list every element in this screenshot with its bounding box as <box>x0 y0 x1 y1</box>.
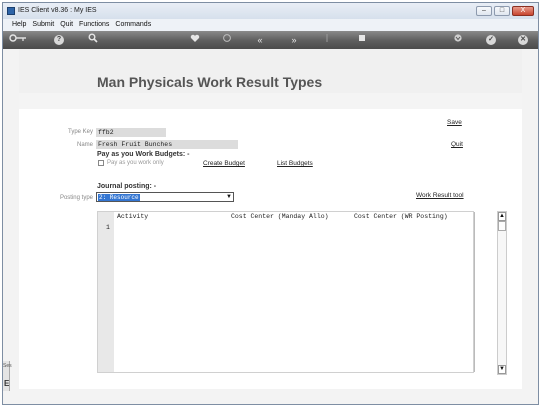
page-title: Man Physicals Work Result Types <box>97 74 323 90</box>
pay-as-you-work-label: Pay as you work only <box>107 160 164 166</box>
grid-divider <box>474 212 475 372</box>
journal-posting-heading: Journal posting: - <box>97 183 157 190</box>
menu-functions[interactable]: Functions <box>76 19 112 31</box>
session-tab-letter: E <box>4 379 10 388</box>
close-window-button[interactable]: X <box>512 6 534 16</box>
session-tab-label: Ses <box>3 363 12 369</box>
quit-link[interactable]: Quit <box>451 141 463 148</box>
posting-type-value: 2: Resource <box>98 194 140 201</box>
pay-budgets-heading: Pay as you Work Budgets: - <box>97 151 190 158</box>
column-header-cost-center-manday[interactable]: Cost Center (Manday Allo) <box>231 213 329 220</box>
name-field[interactable]: Fresh Fruit Bunches <box>96 140 238 149</box>
menu-submit[interactable]: Submit <box>29 19 57 31</box>
toolbar: ? « » ✓ ✕ <box>3 31 538 49</box>
window-title: IES Client v8.36 : My IES <box>18 7 97 14</box>
grid-row-gutter <box>98 212 114 372</box>
menu-commands[interactable]: Commands <box>112 19 154 31</box>
menu-quit[interactable]: Quit <box>57 19 76 31</box>
activity-grid[interactable]: Activity Cost Center (Manday Allo) Cost … <box>97 211 475 373</box>
down-icon[interactable] <box>452 33 464 47</box>
create-budget-link[interactable]: Create Budget <box>203 160 245 167</box>
grid-scrollbar[interactable]: ▲ ▼ <box>497 211 507 375</box>
column-header-cost-center-wr[interactable]: Cost Center (WR Posting) <box>354 213 448 220</box>
stop-icon[interactable] <box>357 33 367 47</box>
heart-icon[interactable] <box>189 33 201 47</box>
menu-help[interactable]: Help <box>9 19 29 31</box>
minimize-button[interactable]: – <box>476 6 492 16</box>
help-icon[interactable]: ? <box>54 35 64 45</box>
menu-bar: Help Submit Quit Functions Commands <box>3 19 538 31</box>
scroll-down-arrow-icon[interactable]: ▼ <box>498 365 506 374</box>
name-label: Name <box>76 142 93 148</box>
app-icon <box>7 7 15 15</box>
fast-forward-icon[interactable]: » <box>288 33 300 47</box>
chevron-down-icon: ▼ <box>226 194 232 200</box>
session-side-tab[interactable]: Ses E <box>3 361 12 391</box>
search-icon[interactable] <box>87 33 99 47</box>
posting-type-select[interactable]: 2: Resource ▼ <box>96 192 234 202</box>
pay-as-you-work-checkbox[interactable] <box>98 160 104 166</box>
save-link[interactable]: Save <box>447 119 462 126</box>
main-content: Man Physicals Work Result Types Save Qui… <box>19 49 522 389</box>
refresh-icon[interactable] <box>221 33 233 47</box>
type-key-field[interactable]: ffb2 <box>96 128 166 137</box>
posting-type-label: Posting type <box>59 195 93 201</box>
column-header-activity[interactable]: Activity <box>117 213 148 220</box>
rewind-icon[interactable]: « <box>254 33 266 47</box>
table-row-number: 1 <box>106 224 110 231</box>
app-window: IES Client v8.36 : My IES – □ X Help Sub… <box>2 2 539 405</box>
header-band-lower <box>19 93 522 109</box>
up-icon[interactable] <box>322 33 332 47</box>
close-icon[interactable]: ✕ <box>518 35 528 45</box>
title-bar: IES Client v8.36 : My IES – □ X <box>3 3 538 19</box>
key-icon[interactable] <box>9 33 27 47</box>
scroll-up-arrow-icon[interactable]: ▲ <box>498 212 506 221</box>
window-controls: – □ X <box>476 6 534 16</box>
work-result-tool-link[interactable]: Work Result tool <box>416 192 464 199</box>
type-key-label: Type Key <box>67 129 93 135</box>
maximize-button[interactable]: □ <box>494 6 510 16</box>
check-icon[interactable]: ✓ <box>486 35 496 45</box>
scroll-thumb[interactable] <box>498 221 506 231</box>
list-budgets-link[interactable]: List Budgets <box>277 160 313 167</box>
